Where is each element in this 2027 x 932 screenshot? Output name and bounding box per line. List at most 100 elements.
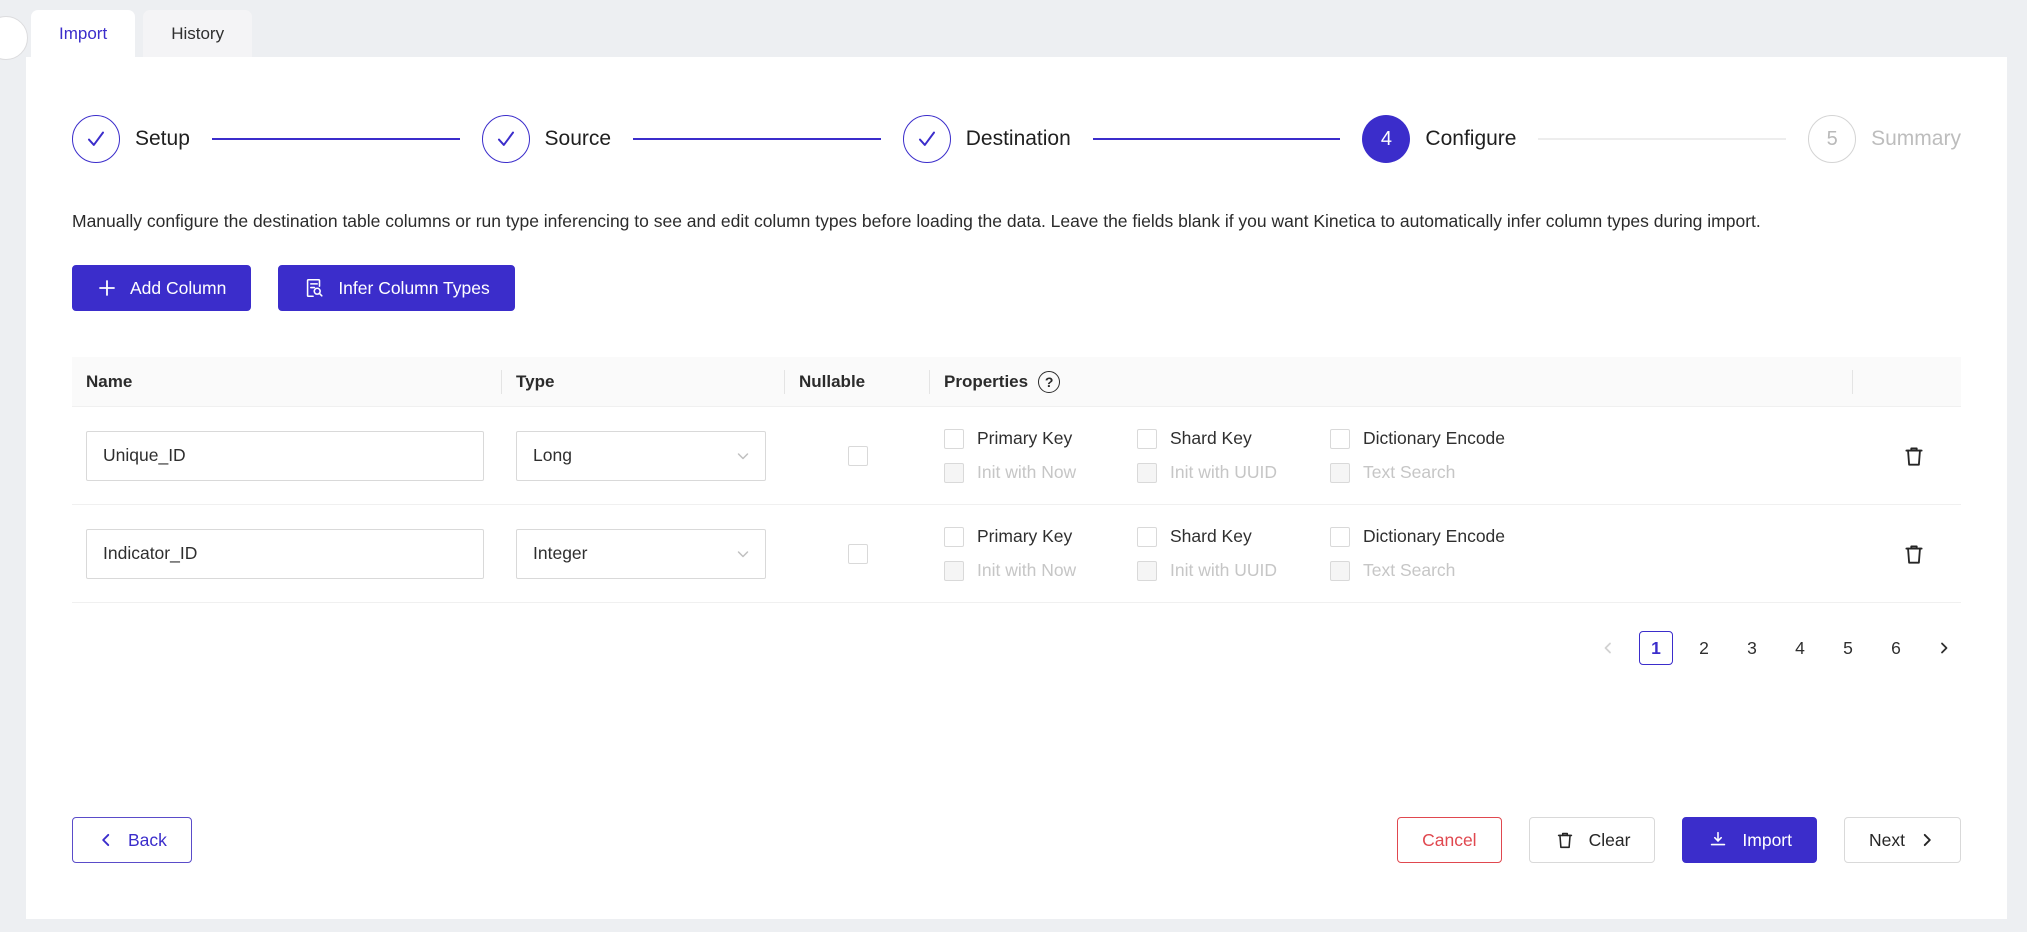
- step-destination[interactable]: Destination: [903, 115, 1071, 163]
- dictionary-encode-checkbox[interactable]: [1330, 429, 1350, 449]
- back-label: Back: [128, 830, 167, 851]
- shard-key-label: Shard Key: [1170, 526, 1252, 547]
- primary-key-checkbox[interactable]: [944, 527, 964, 547]
- init-with-now-checkbox: [944, 561, 964, 581]
- infer-column-types-button[interactable]: Infer Column Types: [278, 265, 514, 311]
- download-icon: [1707, 829, 1729, 851]
- text-search-label: Text Search: [1363, 462, 1455, 483]
- text-search-label: Text Search: [1363, 560, 1455, 581]
- tab-bar: Import History: [26, 0, 2007, 57]
- table-row: Integer Primary Key S: [72, 505, 1961, 603]
- back-button[interactable]: Back: [72, 817, 192, 863]
- table-row: Long Primary Key Shar: [72, 407, 1961, 505]
- step-label: Source: [545, 127, 612, 151]
- check-icon: [903, 115, 951, 163]
- step-connector: [1538, 138, 1786, 140]
- step-setup[interactable]: Setup: [72, 115, 190, 163]
- init-with-now-option: Init with Now: [944, 462, 1137, 483]
- check-icon: [482, 115, 530, 163]
- question-circle-icon[interactable]: [1038, 371, 1060, 393]
- text-search-option: Text Search: [1330, 462, 1853, 483]
- clear-button[interactable]: Clear: [1529, 817, 1656, 863]
- trash-icon: [1901, 443, 1927, 469]
- column-toolbar: Add Column Infer Column Types: [72, 265, 1961, 311]
- text-search-option: Text Search: [1330, 560, 1853, 581]
- add-column-label: Add Column: [130, 278, 226, 299]
- dictionary-encode-checkbox[interactable]: [1330, 527, 1350, 547]
- dictionary-encode-label: Dictionary Encode: [1363, 428, 1505, 449]
- dictionary-encode-option[interactable]: Dictionary Encode: [1330, 428, 1853, 449]
- pagination-page-5[interactable]: 5: [1831, 631, 1865, 665]
- init-with-uuid-checkbox: [1137, 561, 1157, 581]
- step-summary[interactable]: 5 Summary: [1808, 115, 1961, 163]
- pagination-page-1[interactable]: 1: [1639, 631, 1673, 665]
- dictionary-encode-option[interactable]: Dictionary Encode: [1330, 526, 1853, 547]
- delete-row-button[interactable]: [1895, 437, 1933, 475]
- edge-collapse-button[interactable]: [0, 16, 28, 60]
- pagination-next-button[interactable]: [1927, 631, 1961, 665]
- check-icon: [72, 115, 120, 163]
- configure-description: Manually configure the destination table…: [72, 205, 1887, 237]
- text-search-checkbox: [1330, 561, 1350, 581]
- column-type-select[interactable]: Integer: [516, 529, 766, 579]
- init-with-uuid-label: Init with UUID: [1170, 462, 1277, 483]
- cancel-label: Cancel: [1422, 830, 1476, 851]
- header-actions: [1853, 357, 1961, 406]
- nullable-checkbox[interactable]: [848, 446, 868, 466]
- shard-key-checkbox[interactable]: [1137, 527, 1157, 547]
- pagination: 1 2 3 4 5 6: [72, 631, 1961, 665]
- nullable-checkbox[interactable]: [848, 544, 868, 564]
- wizard-footer: Back Cancel Clear Import Next: [72, 817, 1961, 863]
- wizard-stepper: Setup Source Destination 4 Configure: [72, 57, 1961, 163]
- column-name-input[interactable]: [86, 431, 484, 481]
- init-with-uuid-label: Init with UUID: [1170, 560, 1277, 581]
- primary-key-option[interactable]: Primary Key: [944, 526, 1137, 547]
- delete-row-button[interactable]: [1895, 535, 1933, 573]
- init-with-uuid-option: Init with UUID: [1137, 560, 1330, 581]
- tab-import[interactable]: Import: [31, 10, 135, 57]
- primary-key-checkbox[interactable]: [944, 429, 964, 449]
- shard-key-option[interactable]: Shard Key: [1137, 428, 1330, 449]
- pagination-page-3[interactable]: 3: [1735, 631, 1769, 665]
- primary-key-label: Primary Key: [977, 526, 1072, 547]
- trash-icon: [1554, 829, 1576, 851]
- init-with-now-label: Init with Now: [977, 560, 1076, 581]
- pagination-prev-button: [1591, 631, 1625, 665]
- import-label: Import: [1742, 830, 1792, 851]
- init-with-now-label: Init with Now: [977, 462, 1076, 483]
- add-column-button[interactable]: Add Column: [72, 265, 251, 311]
- step-connector: [212, 138, 460, 140]
- header-type: Type: [502, 357, 785, 406]
- shard-key-checkbox[interactable]: [1137, 429, 1157, 449]
- import-button[interactable]: Import: [1682, 817, 1817, 863]
- text-search-checkbox: [1330, 463, 1350, 483]
- shard-key-label: Shard Key: [1170, 428, 1252, 449]
- step-label: Configure: [1425, 127, 1516, 151]
- trash-icon: [1901, 541, 1927, 567]
- primary-key-label: Primary Key: [977, 428, 1072, 449]
- pagination-page-2[interactable]: 2: [1687, 631, 1721, 665]
- plus-icon: [97, 278, 117, 298]
- columns-table: Name Type Nullable Properties Long: [72, 357, 1961, 603]
- tab-history[interactable]: History: [143, 10, 252, 57]
- step-connector: [633, 138, 881, 140]
- next-button[interactable]: Next: [1844, 817, 1961, 863]
- step-source[interactable]: Source: [482, 115, 612, 163]
- primary-key-option[interactable]: Primary Key: [944, 428, 1137, 449]
- pagination-page-4[interactable]: 4: [1783, 631, 1817, 665]
- step-configure[interactable]: 4 Configure: [1362, 115, 1516, 163]
- shard-key-option[interactable]: Shard Key: [1137, 526, 1330, 547]
- step-number: 5: [1808, 115, 1856, 163]
- init-with-now-checkbox: [944, 463, 964, 483]
- dictionary-encode-label: Dictionary Encode: [1363, 526, 1505, 547]
- chevron-down-icon: [735, 448, 751, 464]
- init-with-now-option: Init with Now: [944, 560, 1137, 581]
- column-type-select[interactable]: Long: [516, 431, 766, 481]
- column-type-value: Long: [533, 445, 572, 466]
- table-header: Name Type Nullable Properties: [72, 357, 1961, 407]
- column-name-input[interactable]: [86, 529, 484, 579]
- cancel-button[interactable]: Cancel: [1397, 817, 1501, 863]
- next-label: Next: [1869, 830, 1905, 851]
- pagination-page-6[interactable]: 6: [1879, 631, 1913, 665]
- clear-label: Clear: [1589, 830, 1631, 851]
